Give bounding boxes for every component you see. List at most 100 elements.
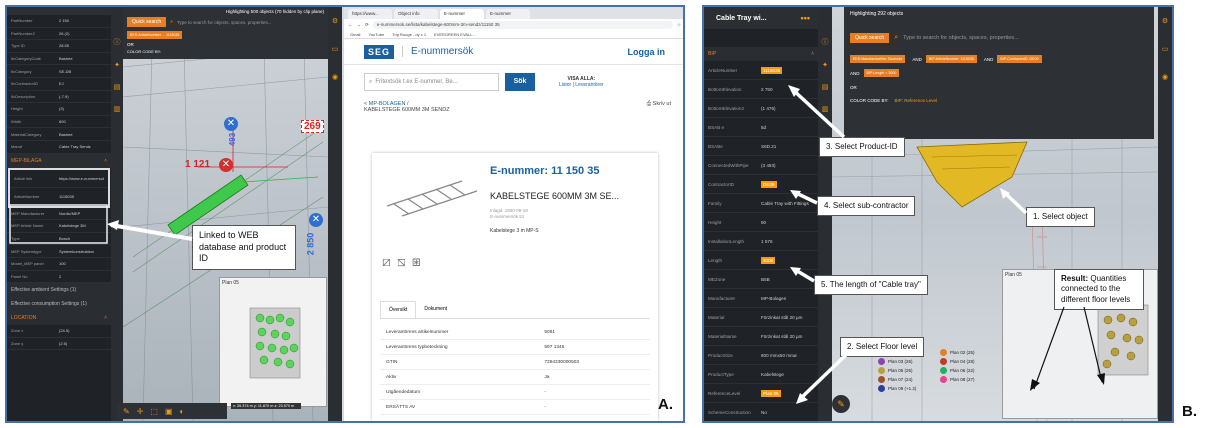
property-row[interactable]: ContractorID DE09: [704, 175, 818, 194]
filter-tag[interactable]: BIP:ArticleNumber: 1115035: [925, 55, 977, 63]
property-row[interactable]: IfcCategoryCode Bashee: [7, 53, 111, 66]
property-row[interactable]: ArticleNumber 1115035: [704, 61, 818, 80]
viewport-3d[interactable]: ✕ ✕ ✕ 1 121 269 493 2 850 Plan 05 x: 26.…: [122, 7, 329, 421]
property-row[interactable]: IfcDescription (-7.9): [7, 91, 111, 104]
property-row[interactable]: Height (3): [7, 103, 111, 116]
property-row[interactable]: BSABe S6D.21: [704, 137, 818, 156]
quick-search-dropdown[interactable]: Quick search: [127, 17, 167, 27]
bookmark-item[interactable]: YouTube: [368, 32, 384, 37]
property-row[interactable]: Zone y (2.5): [7, 338, 111, 351]
legend-item[interactable]: Plan 08 (27): [940, 376, 998, 383]
color-code-value[interactable]: BIP: Reference Level: [895, 98, 938, 103]
property-row[interactable]: ArticleNumber 1115035: [10, 188, 108, 206]
site-search-input[interactable]: ⌕ Fritextsök t.ex E-nummer, Be...: [364, 73, 499, 91]
property-row[interactable]: Zone x (24.5): [7, 325, 111, 338]
measure-icon[interactable]: ▣: [165, 407, 173, 416]
property-row[interactable]: ReferenceLevel Plan 05: [704, 384, 818, 403]
bookmark-item[interactable]: EVERGREEN EVALL...: [434, 32, 476, 37]
site-logo[interactable]: SEG: [364, 44, 395, 59]
hide-icon[interactable]: ◐: [180, 407, 185, 416]
selected-cable-tray[interactable]: [916, 141, 1028, 208]
property-row[interactable]: MEP Article Name Kabelstege 3M: [7, 220, 111, 233]
property-row[interactable]: IfcContractorID EJ: [7, 78, 111, 91]
legend-item[interactable]: Plan 03 (26): [878, 358, 936, 365]
section-location[interactable]: LOCATION ˄: [7, 311, 111, 326]
filter-tag[interactable]: EKS:ManufactureNo: Gschwitz: [850, 55, 906, 63]
forward-icon[interactable]: →: [357, 22, 362, 27]
property-row[interactable]: BSAB e 5d: [704, 118, 818, 137]
clip-close-icon[interactable]: ✕: [224, 117, 238, 131]
property-row[interactable]: BottomElevation 2 750: [704, 80, 818, 99]
legend-item[interactable]: Plan 02 (25): [940, 349, 998, 356]
thumbnail-tee[interactable]: ⧆: [412, 253, 421, 270]
thumbnail-ladder[interactable]: ⧄: [382, 253, 391, 270]
property-row[interactable]: MaterialCategory Bashee: [7, 128, 111, 141]
section-box-icon[interactable]: ⬚: [150, 407, 158, 416]
collapsed-group[interactable]: Effective consumption Settings (1): [7, 297, 111, 312]
pin-icon[interactable]: ✦: [114, 61, 120, 69]
property-row[interactable]: Panel No 2: [7, 271, 111, 284]
back-icon[interactable]: ←: [348, 22, 353, 27]
property-row[interactable]: Type Bosch: [7, 233, 111, 246]
bookmark-item[interactable]: Trip Rouge - dy x 1: [392, 32, 426, 37]
property-row[interactable]: Family Cable Tray with Fittings: [704, 194, 818, 213]
browser-tab[interactable]: https://www...: [348, 9, 392, 19]
search-input[interactable]: Type to search for objects, spaces, prop…: [177, 20, 272, 25]
property-row[interactable]: SchemeConstruction No: [704, 403, 818, 421]
property-row[interactable]: InstallationLength 1 576: [704, 232, 818, 251]
bookmark-item[interactable]: Gmail: [350, 32, 360, 37]
login-link[interactable]: Logga in: [628, 47, 666, 57]
folder-icon[interactable]: ▭: [1162, 45, 1169, 53]
filter-tag[interactable]: EKS:ArticleNumber ... 1115035: [127, 31, 183, 39]
folder-icon[interactable]: ▭: [332, 45, 339, 53]
thumbnail-bend[interactable]: ⧅: [397, 253, 406, 270]
move-icon[interactable]: ✛: [137, 407, 144, 416]
property-row[interactable]: Height 50: [704, 213, 818, 232]
layers-icon[interactable]: ▤: [822, 83, 829, 91]
property-row[interactable]: MEZone B5B: [704, 270, 818, 289]
legend-item[interactable]: Plan 06 (22): [940, 367, 998, 374]
browser-tab[interactable]: Object info: [394, 9, 438, 19]
browser-tab[interactable]: E-nummer: [440, 9, 484, 19]
reload-icon[interactable]: ⟳: [365, 22, 369, 28]
quick-search-dropdown[interactable]: Quick search: [850, 33, 890, 43]
star-icon[interactable]: ☆: [677, 22, 681, 28]
property-row[interactable]: PartNumber2 26 (2): [7, 28, 111, 41]
property-row[interactable]: Length 3000: [704, 251, 818, 270]
url-input[interactable]: e-nummersok.se/lista/kabelstege-600mm-3m…: [372, 20, 673, 29]
tab-documents[interactable]: Dokument: [416, 301, 455, 318]
property-row[interactable]: BottomElevation2 (1 476): [704, 99, 818, 118]
section-mep[interactable]: MEP-BILAGA ˄: [7, 153, 111, 168]
legend-item[interactable]: Plan 05 (25): [878, 367, 936, 374]
clip-close-icon-2[interactable]: ✕: [309, 213, 323, 227]
property-row[interactable]: IfcCategory SE-DB: [7, 65, 111, 78]
settings-icon[interactable]: ⚙: [1162, 17, 1168, 25]
property-row[interactable]: Width 600: [7, 116, 111, 129]
section-bip[interactable]: BIP ˄: [704, 47, 818, 61]
settings-icon[interactable]: ⚙: [332, 17, 338, 25]
property-row[interactable]: PartNumber 2 150: [7, 15, 111, 28]
layers-icon[interactable]: ▤: [114, 83, 121, 91]
edit-button[interactable]: ✎: [832, 395, 850, 413]
search-button[interactable]: Sök: [505, 73, 535, 91]
property-row[interactable]: Article link https://www.e-nummersok.se/.…: [10, 170, 108, 188]
filter-tag[interactable]: BIP:Length = 3000: [863, 69, 900, 77]
tab-overview[interactable]: Översikt: [380, 301, 417, 318]
property-row[interactable]: Material Förzinkat stål 20 µm: [704, 308, 818, 327]
legend-item[interactable]: Plan 04 (28): [940, 358, 998, 365]
eye-icon[interactable]: ◉: [332, 73, 338, 81]
minimap[interactable]: Plan 05: [219, 277, 327, 407]
info-icon[interactable]: ⓘ: [114, 37, 121, 47]
property-row[interactable]: Manuf Cable Tray Sendz: [7, 141, 111, 154]
more-menu-icon[interactable]: •••: [801, 13, 810, 23]
property-row[interactable]: ProductSize 600 mmx50 mmø: [704, 346, 818, 365]
filter-tag[interactable]: BIP:ContractorID: DE09: [997, 55, 1042, 63]
print-link[interactable]: ⎙ Skriv ut: [647, 101, 671, 108]
visa-links[interactable]: Listor | Leverantörer: [559, 82, 604, 88]
measure-close-icon[interactable]: ✕: [219, 158, 233, 172]
property-row[interactable]: ProductType Kabelstege: [704, 365, 818, 384]
property-row[interactable]: ConnectedWithPipe (3 493): [704, 156, 818, 175]
info-icon[interactable]: ⓘ: [822, 37, 829, 47]
search-input[interactable]: Type to search for objects, spaces, prop…: [903, 35, 1019, 41]
property-row[interactable]: MaterialName Förzinkat stål 20 µm: [704, 327, 818, 346]
